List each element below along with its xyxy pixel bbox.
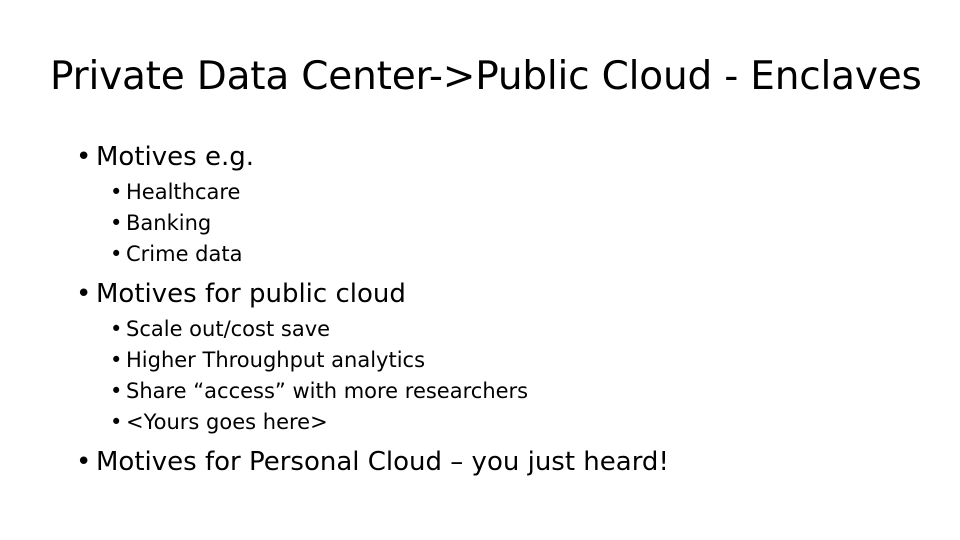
bullet-level2-label: Scale out/cost save	[126, 317, 331, 341]
bullet-level2-label: Share “access” with more researchers	[126, 379, 529, 403]
bullet-marker-icon: •	[110, 242, 123, 266]
bullet-group: • Motives e.g. • Healthcare • Banking • …	[0, 140, 960, 270]
slide-title: Private Data Center->Public Cloud - Encl…	[50, 54, 922, 99]
bullet-marker-icon: •	[76, 279, 92, 309]
bullet-marker-icon: •	[110, 180, 123, 204]
bullet-level1: • Motives e.g.	[0, 140, 960, 174]
bullet-level2: • Higher Throughput analytics	[0, 345, 960, 376]
bullet-level2: • Share “access” with more researchers	[0, 376, 960, 407]
presentation-slide: Private Data Center->Public Cloud - Encl…	[0, 0, 960, 540]
bullet-marker-icon: •	[110, 379, 123, 403]
bullet-level1-label: Motives for public cloud	[96, 279, 406, 309]
bullet-marker-icon: •	[76, 142, 92, 172]
bullet-level2: • Crime data	[0, 239, 960, 270]
bullet-level1: • Motives for public cloud	[0, 277, 960, 311]
bullet-level1-label: Motives e.g.	[96, 142, 254, 172]
bullet-marker-icon: •	[110, 211, 123, 235]
bullet-marker-icon: •	[110, 348, 123, 372]
bullet-level2-label: Healthcare	[126, 180, 241, 204]
bullet-level2-label: Crime data	[126, 242, 243, 266]
bullet-group: • Motives for public cloud • Scale out/c…	[0, 277, 960, 438]
bullet-level2: • <Yours goes here>	[0, 407, 960, 438]
bullet-marker-icon: •	[76, 447, 92, 477]
bullet-marker-icon: •	[110, 317, 123, 341]
bullet-level2-label: Banking	[126, 211, 212, 235]
bullet-marker-icon: •	[110, 410, 123, 434]
bullet-level2: • Scale out/cost save	[0, 314, 960, 345]
slide-body: • Motives e.g. • Healthcare • Banking • …	[0, 140, 960, 479]
bullet-level1-label: Motives for Personal Cloud – you just he…	[96, 447, 669, 477]
bullet-group: • Motives for Personal Cloud – you just …	[0, 445, 960, 479]
bullet-level2: • Banking	[0, 208, 960, 239]
bullet-level1: • Motives for Personal Cloud – you just …	[0, 445, 960, 479]
bullet-level2: • Healthcare	[0, 177, 960, 208]
bullet-level2-label: <Yours goes here>	[126, 410, 328, 434]
bullet-level2-label: Higher Throughput analytics	[126, 348, 426, 372]
